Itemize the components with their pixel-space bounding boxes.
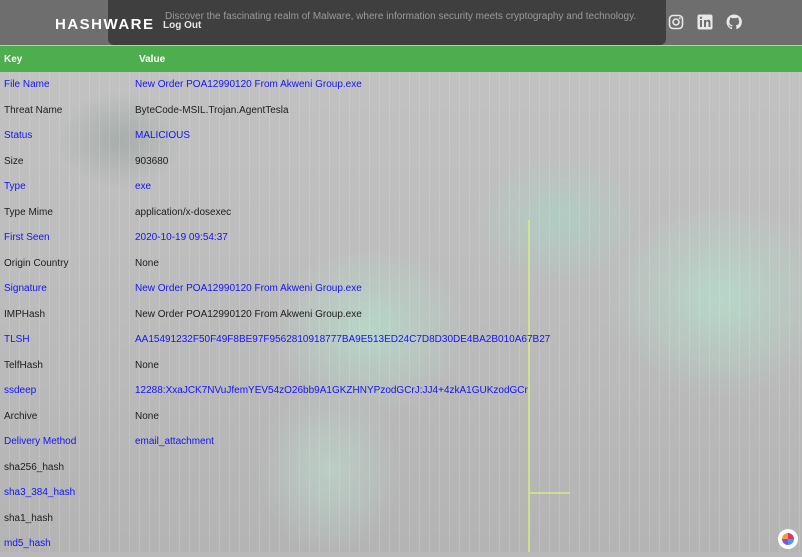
row-value: None <box>135 410 159 422</box>
row-value: New Order POA12990120 From Akweni Group.… <box>135 79 362 91</box>
row-key: Origin Country <box>4 257 69 269</box>
row-key: TLSH <box>4 334 30 346</box>
table-header-row: Key Value <box>0 46 802 72</box>
row-value: None <box>135 359 159 371</box>
row-value: 2020-10-19 09:54:37 <box>135 232 228 244</box>
row-key: Archive <box>4 410 38 422</box>
table-row: TLSH AA15491232F50F49F8BE97F9562810918777… <box>0 327 802 353</box>
row-key: Delivery Method <box>4 436 77 448</box>
row-key: First Seen <box>4 232 50 244</box>
row-value: 903680 <box>135 155 169 167</box>
chat-widget-button[interactable] <box>778 529 798 549</box>
row-key: sha3_384_hash <box>4 487 76 499</box>
row-key: ssdeep <box>4 385 37 397</box>
row-key: Size <box>4 155 24 167</box>
row-value <box>135 480 802 506</box>
chat-widget-icon <box>782 533 794 545</box>
table-body: File Name New Order POA12990120 From Akwe… <box>0 72 802 557</box>
table-row: Origin Country None <box>0 251 802 277</box>
logout-button[interactable]: Log Out <box>163 20 201 31</box>
row-key: Type <box>4 181 26 193</box>
table-row: sha3_384_hash <box>0 480 802 506</box>
row-key: TelfHash <box>4 359 43 371</box>
table-row: ssdeep 12288:XxaJCK7NVuJfemYEV54zO26bb9A1… <box>0 378 802 404</box>
instagram-icon[interactable] <box>668 14 684 30</box>
table-row: TelfHash None <box>0 353 802 379</box>
row-value <box>135 506 802 532</box>
row-key: Signature <box>4 283 47 295</box>
table-row: Archive None <box>0 404 802 430</box>
row-value: ByteCode-MSIL.Trojan.AgentTesla <box>135 104 289 116</box>
table-row: Threat Name ByteCode-MSIL.Trojan.AgentTes… <box>0 98 802 124</box>
column-header-value: Value <box>139 53 166 65</box>
row-key: sha1_hash <box>4 512 53 524</box>
table-row: Status MALICIOUS <box>0 123 802 149</box>
table-row: sha256_hash <box>0 455 802 481</box>
row-value: application/x-dosexec <box>135 206 232 218</box>
row-key: Threat Name <box>4 104 63 116</box>
table-row: Type Mime application/x-dosexec <box>0 200 802 226</box>
top-navbar: HASHWARE Discover the fascinating realm … <box>0 0 802 45</box>
row-value: AA15491232F50F49F8BE97F9562810918777BA9E… <box>135 334 551 346</box>
row-key: sha256_hash <box>4 461 65 473</box>
row-value: 12288:XxaJCK7NVuJfemYEV54zO26bb9A1GKZHNY… <box>135 385 528 397</box>
file-details-table: Key Value File Name New Order POA12990120… <box>0 46 802 557</box>
row-key: md5_hash <box>4 538 51 550</box>
table-row: Type exe <box>0 174 802 200</box>
file-details-table-container: Key Value File Name New Order POA12990120… <box>0 46 802 557</box>
table-row: sha1_hash <box>0 506 802 532</box>
row-value: New Order POA12990120 From Akweni Group.… <box>135 283 362 295</box>
brand-logo[interactable]: HASHWARE <box>55 16 155 33</box>
row-value: None <box>135 257 159 269</box>
table-row: File Name New Order POA12990120 From Akwe… <box>0 72 802 98</box>
row-value: MALICIOUS <box>135 130 191 142</box>
table-row: IMPHash New Order POA12990120 From Akweni… <box>0 302 802 328</box>
table-row: Signature New Order POA12990120 From Akwe… <box>0 276 802 302</box>
github-icon[interactable] <box>726 14 742 30</box>
row-value: email_attachment <box>135 436 214 448</box>
row-value <box>135 531 802 557</box>
linkedin-icon[interactable] <box>697 14 713 30</box>
table-row: Delivery Method email_attachment <box>0 429 802 455</box>
table-row: Size 903680 <box>0 149 802 175</box>
row-value: New Order POA12990120 From Akweni Group.… <box>135 308 362 320</box>
row-value: exe <box>135 181 152 193</box>
table-row: First Seen 2020-10-19 09:54:37 <box>0 225 802 251</box>
column-header-key: Key <box>4 53 23 65</box>
row-key: Type Mime <box>4 206 53 218</box>
row-key: File Name <box>4 79 50 91</box>
row-key: IMPHash <box>4 308 46 320</box>
row-key: Status <box>4 130 33 142</box>
table-row: md5_hash <box>0 531 802 557</box>
row-value <box>135 455 802 481</box>
tagline-text: Discover the fascinating realm of Malwar… <box>165 11 637 22</box>
